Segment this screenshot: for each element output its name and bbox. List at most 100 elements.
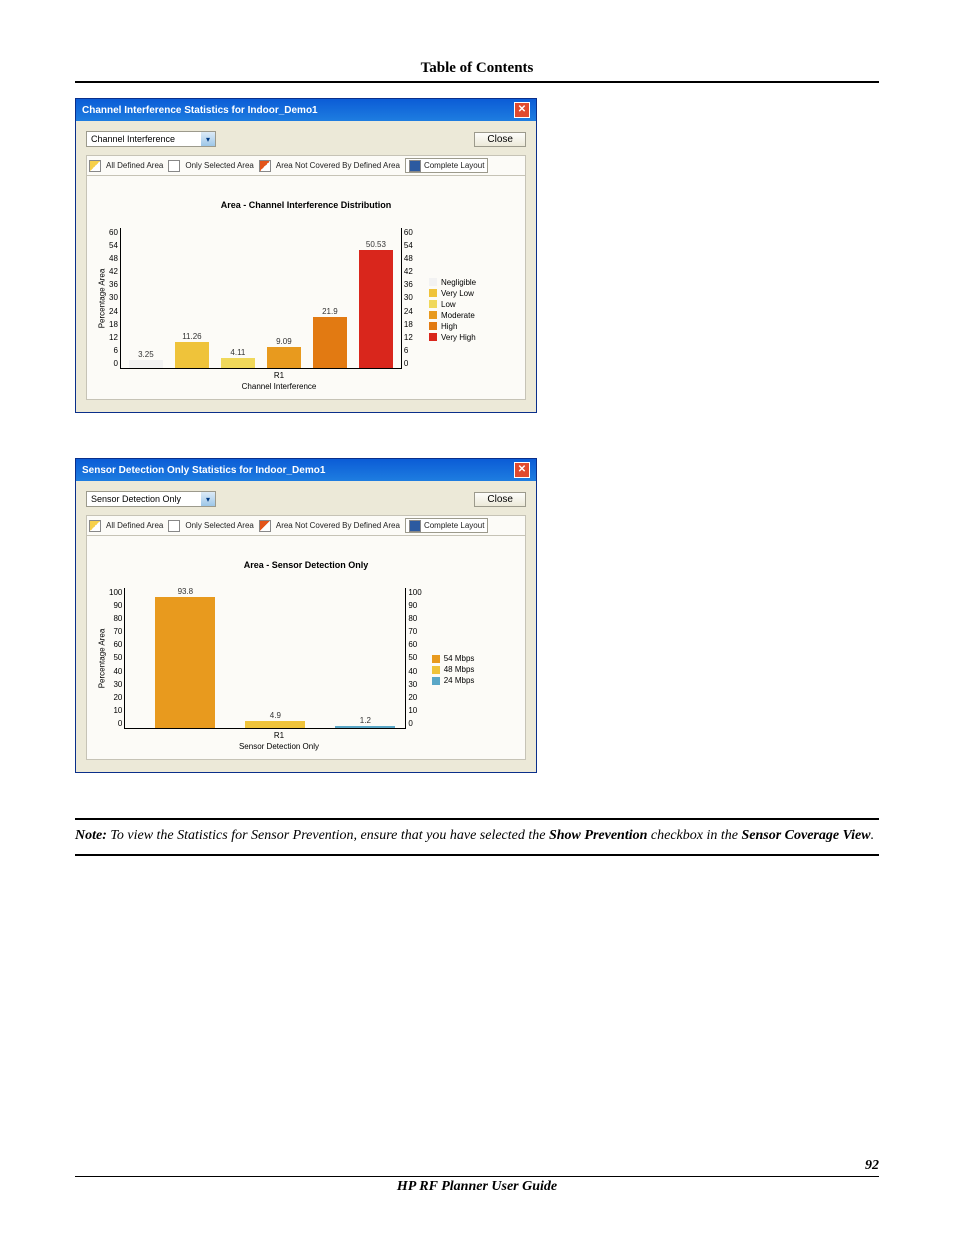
close-button[interactable]: Close — [474, 492, 526, 507]
only-selected-icon — [168, 520, 180, 532]
tab-complete-label: Complete Layout — [424, 521, 484, 530]
legend-item: High — [429, 322, 476, 331]
chart-bar: 21.9 — [313, 317, 347, 368]
only-selected-icon — [168, 160, 180, 172]
chart-bar: 11.26 — [175, 342, 209, 368]
close-icon[interactable]: ✕ — [514, 462, 530, 478]
note-b: checkbox in the — [647, 828, 741, 843]
legend-label: 54 Mbps — [444, 654, 475, 663]
all-defined-icon — [89, 160, 101, 172]
close-button[interactable]: Close — [474, 132, 526, 147]
chart1-plot: 3.2511.264.119.0921.950.53 — [120, 228, 402, 369]
chart1-xlabel: Channel Interference — [139, 382, 419, 391]
y-tick: 6 — [404, 346, 413, 355]
note-box: Note: To view the Statistics for Sensor … — [75, 818, 879, 856]
dialog2-titlebar: Sensor Detection Only Statistics for Ind… — [76, 459, 536, 481]
tab-not-covered[interactable]: Area Not Covered By Defined Area — [276, 521, 400, 530]
legend-swatch — [429, 300, 437, 308]
y-tick: 30 — [109, 680, 122, 689]
toc-header: Table of Contents — [75, 60, 879, 83]
y-tick: 80 — [109, 614, 122, 623]
chart1-xcat: R1 — [139, 371, 419, 382]
tab-complete-label: Complete Layout — [424, 161, 484, 170]
y-tick: 50 — [109, 653, 122, 662]
y-tick: 10 — [408, 706, 421, 715]
y-tick: 60 — [408, 640, 421, 649]
chart-bar: 1.2 — [335, 726, 395, 728]
y-tick: 90 — [109, 601, 122, 610]
y-tick: 42 — [109, 267, 118, 276]
chart-bar-label: 21.9 — [313, 307, 347, 316]
page-number: 92 — [75, 1158, 879, 1174]
chart-bar: 4.11 — [221, 358, 255, 368]
legend-label: Low — [441, 300, 456, 309]
y-tick: 48 — [404, 254, 413, 263]
page-footer: 92 HP RF Planner User Guide — [75, 1158, 879, 1195]
y-tick: 0 — [109, 359, 118, 368]
chart-bar: 3.25 — [129, 360, 163, 368]
note-show-prevention: Show Prevention — [549, 828, 647, 843]
chart1-panel: Area - Channel Interference Distribution… — [86, 176, 526, 400]
view-type-select[interactable]: Channel Interference ▾ — [86, 131, 216, 147]
y-tick: 18 — [404, 320, 413, 329]
tab-all-defined[interactable]: All Defined Area — [106, 161, 163, 170]
y-tick: 30 — [109, 293, 118, 302]
y-tick: 30 — [404, 293, 413, 302]
legend-item: 54 Mbps — [432, 654, 475, 663]
chart-bar-label: 4.11 — [221, 348, 255, 357]
not-covered-icon — [259, 520, 271, 532]
view-type-select[interactable]: Sensor Detection Only ▾ — [86, 491, 216, 507]
legend-label: 24 Mbps — [444, 676, 475, 685]
note-a: To view the Statistics for Sensor Preven… — [107, 828, 549, 843]
tab-all-defined[interactable]: All Defined Area — [106, 521, 163, 530]
legend-label: Very Low — [441, 289, 474, 298]
legend-label: High — [441, 322, 457, 331]
chart2-xcat: R1 — [139, 731, 419, 742]
chart-bar: 4.9 — [245, 721, 305, 728]
chart1-title: Area - Channel Interference Distribution — [95, 186, 517, 228]
legend-swatch — [432, 666, 440, 674]
legend-swatch — [429, 322, 437, 330]
not-covered-icon — [259, 160, 271, 172]
y-tick: 60 — [109, 228, 118, 237]
legend-swatch — [429, 278, 437, 286]
tab-complete-layout[interactable]: Complete Layout — [405, 518, 488, 533]
legend-swatch — [429, 333, 437, 341]
y-tick: 12 — [404, 333, 413, 342]
dialog1-title: Channel Interference Statistics for Indo… — [82, 105, 318, 116]
tab-only-selected[interactable]: Only Selected Area — [185, 521, 253, 530]
chart2-yticks-left: 1009080706050403020100 — [109, 588, 124, 728]
tab-not-covered[interactable]: Area Not Covered By Defined Area — [276, 161, 400, 170]
legend-label: 48 Mbps — [444, 665, 475, 674]
y-tick: 0 — [408, 719, 421, 728]
y-tick: 0 — [404, 359, 413, 368]
y-tick: 30 — [408, 680, 421, 689]
y-tick: 24 — [404, 307, 413, 316]
y-tick: 70 — [408, 627, 421, 636]
y-tick: 36 — [404, 280, 413, 289]
sensor-detection-dialog: Sensor Detection Only Statistics for Ind… — [75, 458, 537, 773]
chart1-ylabel: Percentage Area — [95, 228, 109, 369]
tab-complete-layout[interactable]: Complete Layout — [405, 158, 488, 173]
legend-item: Moderate — [429, 311, 476, 320]
chart-bar: 93.8 — [155, 597, 215, 728]
legend-swatch — [429, 311, 437, 319]
chart-bar-label: 50.53 — [359, 240, 393, 249]
chart-bar-label: 93.8 — [155, 587, 215, 596]
close-icon[interactable]: ✕ — [514, 102, 530, 118]
complete-layout-icon — [409, 160, 421, 172]
legend-label: Very High — [441, 333, 476, 342]
legend-item: Very High — [429, 333, 476, 342]
chart-bar-label: 4.9 — [245, 711, 305, 720]
legend-label: Moderate — [441, 311, 475, 320]
complete-layout-icon — [409, 520, 421, 532]
y-tick: 0 — [109, 719, 122, 728]
note-prefix: Note: — [75, 828, 107, 843]
y-tick: 12 — [109, 333, 118, 342]
chart2-title: Area - Sensor Detection Only — [95, 546, 517, 588]
tab-only-selected[interactable]: Only Selected Area — [185, 161, 253, 170]
y-tick: 40 — [408, 667, 421, 676]
y-tick: 24 — [109, 307, 118, 316]
y-tick: 80 — [408, 614, 421, 623]
chart2-panel: Area - Sensor Detection Only Percentage … — [86, 536, 526, 760]
